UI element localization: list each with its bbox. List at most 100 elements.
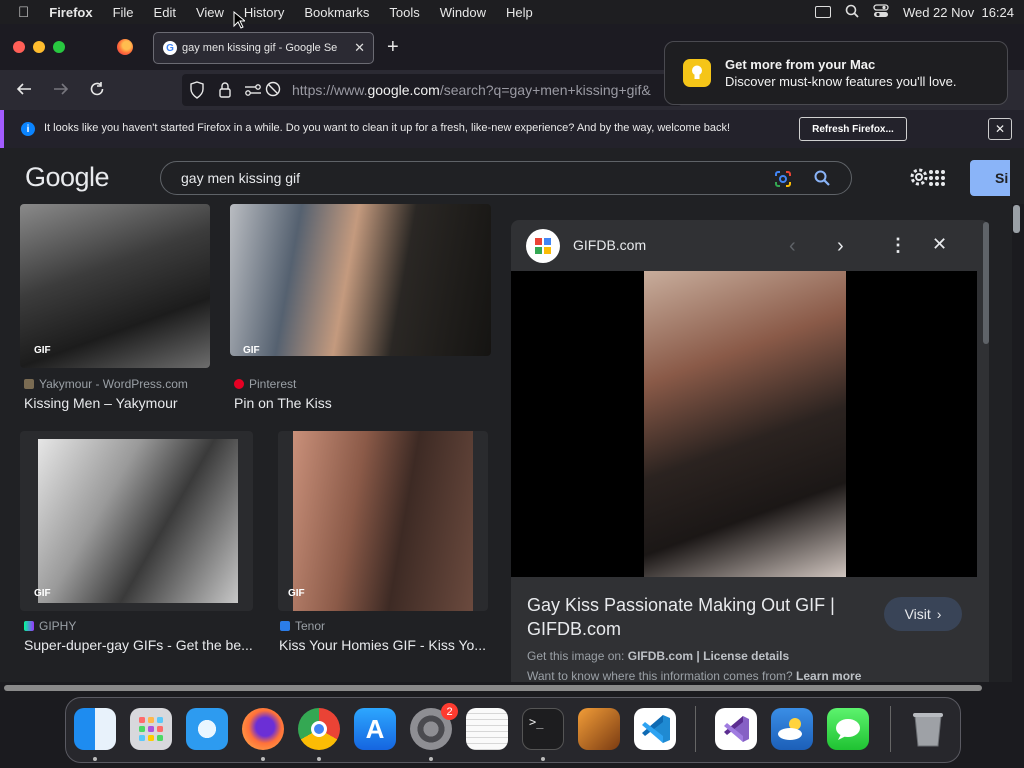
sign-in-button[interactable]: Si <box>970 160 1010 196</box>
menubar-clock[interactable]: Wed 22 Nov 16:24 <box>903 5 1014 20</box>
forward-button[interactable] <box>52 80 70 103</box>
previous-result-icon[interactable]: ‹ <box>789 235 796 258</box>
lock-icon[interactable] <box>218 81 232 104</box>
tips-lightbulb-icon <box>683 59 711 87</box>
result-image-3[interactable]: GIF <box>20 431 253 611</box>
result-source-label: Yakymour - WordPress.com <box>39 377 188 391</box>
google-apps-icon[interactable] <box>928 169 946 192</box>
menu-edit[interactable]: Edit <box>144 5 186 20</box>
preview-title[interactable]: Gay Kiss Passionate Making Out GIF | GIF… <box>527 593 835 641</box>
search-query: gay men kissing gif <box>181 170 301 186</box>
result-source-4[interactable]: Tenor <box>280 619 325 633</box>
firefox-view-icon[interactable] <box>117 39 133 55</box>
weather-icon[interactable] <box>771 708 813 750</box>
result-image-4[interactable]: GIF <box>278 431 488 611</box>
result-title-4[interactable]: Kiss Your Homies GIF - Kiss Yo... <box>279 637 489 653</box>
page-scrollbar[interactable] <box>1013 205 1020 233</box>
control-center-icon[interactable] <box>873 3 889 21</box>
dock-divider-2 <box>890 706 891 752</box>
new-tab-button[interactable]: + <box>387 36 399 59</box>
preview-image[interactable] <box>644 271 846 577</box>
sign-in-label: Si <box>995 170 1009 186</box>
get-image-site-link[interactable]: GIFDB.com <box>628 649 693 663</box>
pinterest-favicon-icon <box>234 379 244 389</box>
visit-label: Visit <box>904 606 931 622</box>
firefox-running-dot <box>261 757 265 761</box>
trash-icon[interactable] <box>907 708 949 750</box>
dock-divider <box>695 706 696 752</box>
autoplay-blocked-icon[interactable] <box>265 81 281 102</box>
result-source-1[interactable]: Yakymour - WordPress.com <box>24 377 188 391</box>
preview-title-line1: Gay Kiss Passionate Making Out GIF | <box>527 595 835 615</box>
google-lens-icon[interactable] <box>773 169 793 194</box>
url-path: /search?q=gay+men+kissing+gif& <box>439 82 651 98</box>
tab-google-search[interactable]: G gay men kissing gif - Google Se ✕ <box>153 32 374 64</box>
menu-tools[interactable]: Tools <box>379 5 429 20</box>
close-tab-icon[interactable]: ✕ <box>354 40 365 56</box>
result-image-2[interactable]: GIF <box>230 204 491 356</box>
menu-help[interactable]: Help <box>496 5 543 20</box>
chrome-icon[interactable] <box>298 708 340 750</box>
chrome-running-dot <box>317 757 321 761</box>
more-options-icon[interactable]: ⋮ <box>889 235 907 256</box>
preview-site-name[interactable]: GIFDB.com <box>573 237 646 253</box>
menu-file[interactable]: File <box>103 5 144 20</box>
menu-view[interactable]: View <box>186 5 234 20</box>
result-image-1[interactable]: GIF <box>20 204 210 368</box>
launchpad-icon[interactable] <box>130 708 172 750</box>
tenor-favicon-icon <box>280 621 290 631</box>
search-input[interactable]: gay men kissing gif <box>160 161 852 195</box>
result-source-label: Tenor <box>295 619 326 633</box>
reload-button[interactable] <box>88 80 106 103</box>
notification-body: Discover must-know features you'll love. <box>725 74 957 89</box>
app-store-icon[interactable]: A <box>354 708 396 750</box>
learn-more-link[interactable]: Learn more <box>796 669 861 682</box>
tracking-protection-shield-icon[interactable] <box>189 81 205 104</box>
info-source-text: Want to know where this information come… <box>527 669 793 682</box>
horizontal-scrollbar[interactable] <box>4 685 982 691</box>
gifdb-favicon-icon <box>526 229 560 263</box>
result-title-1[interactable]: Kissing Men – Yakymour <box>24 395 214 411</box>
permissions-icon[interactable] <box>244 83 262 102</box>
result-source-2[interactable]: Pinterest <box>234 377 296 391</box>
minimize-window-button[interactable] <box>33 41 45 53</box>
macos-notification[interactable]: Get more from your Mac Discover must-kno… <box>664 41 1008 105</box>
screen-mirroring-icon[interactable] <box>814 6 831 18</box>
finder-running-dot <box>93 757 97 761</box>
panel-scrollbar[interactable] <box>983 222 989 344</box>
apple-icon[interactable]:  <box>0 4 39 21</box>
visit-button[interactable]: Visit › <box>884 597 962 631</box>
spotlight-search-icon[interactable] <box>845 4 859 21</box>
close-infobar-icon[interactable]: ✕ <box>988 118 1012 140</box>
chevron-right-icon: › <box>936 606 942 622</box>
result-source-3[interactable]: GIPHY <box>24 619 76 633</box>
result-title-2[interactable]: Pin on The Kiss <box>234 395 491 411</box>
menubar:  Firefox File Edit View History Bookmar… <box>0 0 1024 24</box>
close-preview-icon[interactable]: ✕ <box>932 234 947 255</box>
back-button[interactable] <box>15 80 33 103</box>
menu-bookmarks[interactable]: Bookmarks <box>294 5 379 20</box>
terminal-icon[interactable]: >_ <box>522 708 564 750</box>
menu-window[interactable]: Window <box>430 5 496 20</box>
result-title-3[interactable]: Super-duper-gay GIFs - Get the be... <box>24 637 252 653</box>
license-details-link[interactable]: License details <box>703 649 789 663</box>
finder-icon[interactable] <box>74 708 116 750</box>
yakymour-favicon-icon <box>24 379 34 389</box>
messages-icon[interactable] <box>827 708 869 750</box>
vscode-icon[interactable] <box>634 708 676 750</box>
textedit-icon[interactable] <box>466 708 508 750</box>
refresh-firefox-button[interactable]: Refresh Firefox... <box>799 117 907 141</box>
garageband-icon[interactable] <box>578 708 620 750</box>
giphy-favicon-icon <box>24 621 34 631</box>
visual-studio-icon[interactable] <box>715 708 757 750</box>
safari-icon[interactable] <box>186 708 228 750</box>
settings-gear-icon[interactable] <box>908 166 930 193</box>
menu-app-name[interactable]: Firefox <box>39 5 102 20</box>
close-window-button[interactable] <box>13 41 25 53</box>
next-result-icon[interactable]: › <box>837 235 844 258</box>
firefox-icon[interactable] <box>242 708 284 750</box>
google-logo[interactable]: Google <box>25 162 110 193</box>
chrome-center-icon <box>311 721 327 737</box>
zoom-window-button[interactable] <box>53 41 65 53</box>
search-icon[interactable] <box>813 169 831 192</box>
